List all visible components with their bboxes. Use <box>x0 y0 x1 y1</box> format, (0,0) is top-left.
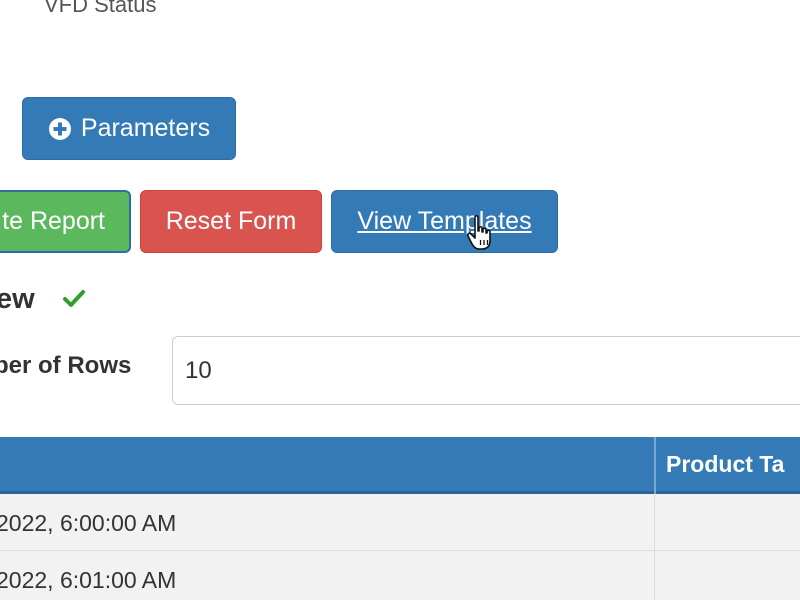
number-of-rows-input[interactable] <box>172 336 800 405</box>
plus-circle-icon <box>48 117 72 141</box>
table-row[interactable]: 2022, 6:01:00 AM <box>0 551 800 600</box>
table-header: Product Ta <box>0 437 800 494</box>
generate-report-button-label: te Report <box>2 207 105 235</box>
reset-form-button[interactable]: Reset Form <box>140 190 322 253</box>
vfd-status-label: VFD Status <box>44 0 157 17</box>
check-icon <box>62 288 86 310</box>
report-page: VFD Status Parameters te Report Reset Fo… <box>0 0 800 600</box>
reset-form-button-label: Reset Form <box>165 207 297 235</box>
view-templates-button-label: View Templates <box>357 207 532 235</box>
timestamp-cell: 2022, 6:00:00 AM <box>0 510 177 536</box>
timestamp-cell: 2022, 6:01:00 AM <box>0 567 177 593</box>
generate-report-button[interactable]: te Report <box>0 190 131 253</box>
preview-heading: ew <box>0 283 35 315</box>
column-divider <box>654 551 655 600</box>
product-tag-column-header[interactable]: Product Ta <box>666 451 784 478</box>
parameters-button[interactable]: Parameters <box>22 97 236 160</box>
column-divider <box>654 494 655 551</box>
view-templates-button[interactable]: View Templates <box>331 190 558 253</box>
parameters-button-label: Parameters <box>80 114 211 142</box>
column-divider <box>654 437 656 494</box>
table-row[interactable]: 2022, 6:00:00 AM <box>0 494 800 551</box>
number-of-rows-label: ber of Rows <box>0 352 132 379</box>
